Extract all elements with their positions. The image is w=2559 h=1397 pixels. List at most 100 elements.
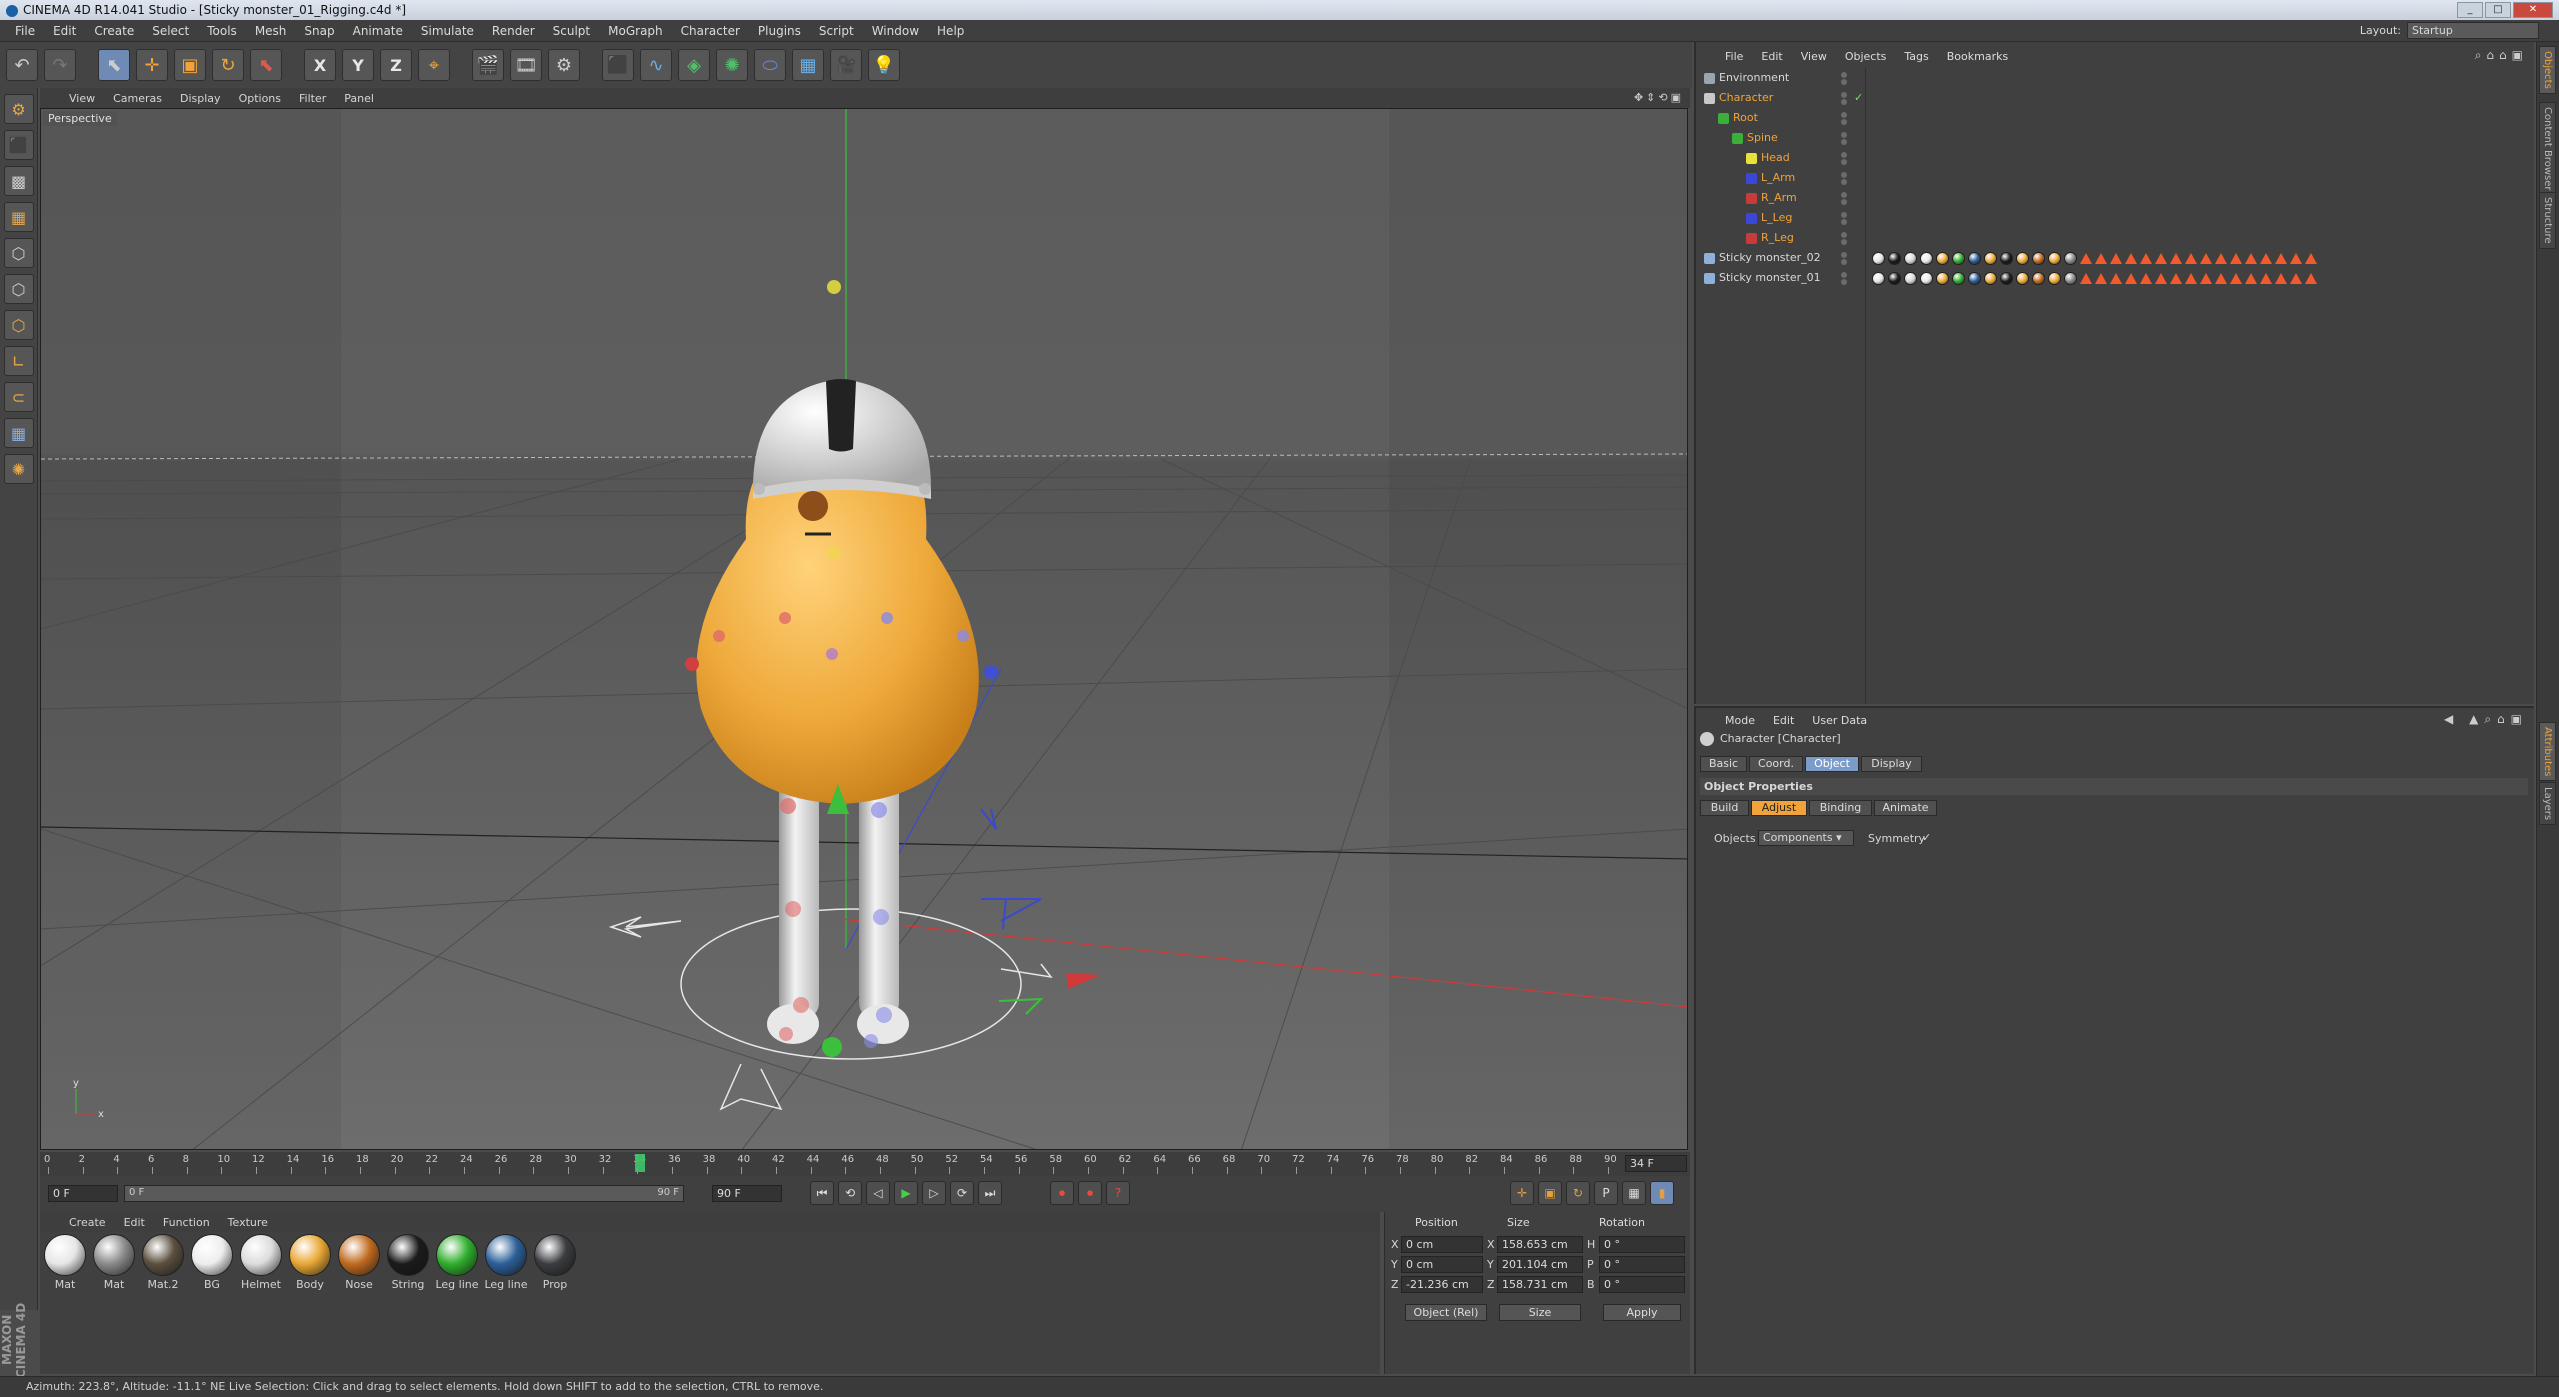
material-tag-icon[interactable] — [2064, 252, 2077, 265]
preview-range-slider[interactable]: 0 F 90 F — [124, 1185, 684, 1202]
object-name[interactable]: R_Arm — [1746, 188, 1797, 208]
position-field[interactable]: -21.236 cm — [1401, 1276, 1483, 1293]
workplane-icon[interactable]: ▦ — [3, 202, 34, 232]
object-menu-edit[interactable]: Edit — [1752, 50, 1791, 63]
menu-edit[interactable]: Edit — [44, 24, 85, 38]
weight-tag-icon[interactable] — [2260, 273, 2272, 284]
material-tag-icon[interactable] — [2016, 252, 2029, 265]
object-row[interactable]: Environment — [1696, 68, 2534, 88]
object-name[interactable]: Spine — [1732, 128, 1778, 148]
maximize-button[interactable]: □ — [2485, 2, 2511, 18]
visibility-dot-icon[interactable] — [1841, 252, 1847, 258]
viewport-camera-label[interactable]: Perspective — [43, 111, 117, 126]
sculpt-icon[interactable]: ✺ — [3, 454, 34, 484]
goto-next-key-icon[interactable]: ⟳ — [950, 1181, 974, 1205]
weight-tag-icon[interactable] — [2230, 253, 2242, 264]
size-field[interactable]: 201.104 cm — [1497, 1256, 1583, 1273]
tab-coord[interactable]: Coord. — [1749, 756, 1803, 772]
material-swatch[interactable]: Mat — [91, 1234, 137, 1296]
material-tag-icon[interactable] — [1920, 252, 1933, 265]
weight-tag-icon[interactable] — [2200, 253, 2212, 264]
rotation-field[interactable]: 0 ° — [1599, 1236, 1685, 1253]
redo-icon[interactable]: ↷ — [44, 49, 76, 81]
undo-icon[interactable]: ↶ — [6, 49, 38, 81]
weight-tag-icon[interactable] — [2200, 273, 2212, 284]
material-tag-icon[interactable] — [1952, 272, 1965, 285]
weight-tag-icon[interactable] — [2125, 273, 2137, 284]
subtab-build[interactable]: Build — [1700, 800, 1749, 816]
object-row[interactable]: Sticky monster_02 — [1696, 248, 2534, 268]
menu-mesh[interactable]: Mesh — [246, 24, 296, 38]
record-active-icon[interactable]: ⏺ — [1050, 1181, 1074, 1205]
coordinate-system-icon[interactable]: ⌖ — [418, 49, 450, 81]
side-tab-objects[interactable]: Objects — [2539, 46, 2556, 94]
objects-dropdown[interactable]: Components ▾ — [1758, 830, 1854, 846]
tab-basic[interactable]: Basic — [1700, 756, 1747, 772]
material-tag-icon[interactable] — [2048, 252, 2061, 265]
subtab-binding[interactable]: Binding — [1809, 800, 1872, 816]
object-menu-bookmarks[interactable]: Bookmarks — [1938, 50, 2017, 63]
timeline-playhead[interactable] — [635, 1154, 646, 1172]
menu-script[interactable]: Script — [810, 24, 863, 38]
menu-mograph[interactable]: MoGraph — [599, 24, 672, 38]
visibility-dot-icon[interactable] — [1841, 172, 1847, 178]
weight-tag-icon[interactable] — [2095, 273, 2107, 284]
render-dot-icon[interactable] — [1841, 279, 1847, 285]
object-menu-tags[interactable]: Tags — [1895, 50, 1937, 63]
object-row[interactable]: L_Leg — [1696, 208, 2534, 228]
object-row[interactable]: Spine — [1696, 128, 2534, 148]
menu-create[interactable]: Create — [85, 24, 143, 38]
menu-tools[interactable]: Tools — [198, 24, 246, 38]
key-rotation-icon[interactable]: ↻ — [1566, 1181, 1590, 1205]
viewport-menu-view[interactable]: View — [60, 92, 104, 105]
goto-end-icon[interactable]: ⏭ — [978, 1181, 1002, 1205]
current-frame-field[interactable]: 34 F — [1625, 1155, 1687, 1172]
attribute-manager-nav-icons[interactable]: ◀ ▲⌕⌂▣ — [2444, 712, 2528, 727]
move-icon[interactable]: ✛ — [136, 49, 168, 81]
object-name[interactable]: L_Leg — [1746, 208, 1792, 228]
menu-simulate[interactable]: Simulate — [412, 24, 483, 38]
material-swatch[interactable]: Mat — [42, 1234, 88, 1296]
material-tag-icon[interactable] — [1888, 252, 1901, 265]
menu-animate[interactable]: Animate — [344, 24, 412, 38]
weight-tag-icon[interactable] — [2290, 273, 2302, 284]
material-tag-icon[interactable] — [1872, 272, 1885, 285]
material-tag-icon[interactable] — [1984, 272, 1997, 285]
material-tag-icon[interactable] — [1936, 272, 1949, 285]
edges-mode-icon[interactable]: ⬡ — [3, 274, 34, 304]
material-swatch[interactable]: Leg line — [434, 1234, 480, 1296]
menu-sculpt[interactable]: Sculpt — [544, 24, 599, 38]
close-button[interactable]: ✕ — [2513, 2, 2553, 18]
material-tag-icon[interactable] — [1920, 272, 1933, 285]
side-tab-structure[interactable]: Structure — [2539, 192, 2556, 249]
side-tab-content-browser[interactable]: Content Browser — [2539, 102, 2556, 196]
material-swatch[interactable]: BG — [189, 1234, 235, 1296]
texture-mode-icon[interactable]: ▩ — [3, 166, 34, 196]
tweak-mode-icon[interactable]: ⊂ — [3, 382, 34, 412]
render-dot-icon[interactable] — [1841, 259, 1847, 265]
attribute-menu-edit[interactable]: Edit — [1764, 714, 1803, 727]
object-name[interactable]: Sticky monster_01 — [1704, 268, 1821, 288]
step-forward-icon[interactable]: ▷ — [922, 1181, 946, 1205]
render-dot-icon[interactable] — [1841, 199, 1847, 205]
material-tag-icon[interactable] — [1872, 252, 1885, 265]
render-picture-viewer-icon[interactable]: 🎞 — [510, 49, 542, 81]
key-pla-icon[interactable]: ▦ — [1622, 1181, 1646, 1205]
polygons-mode-icon[interactable]: ⬡ — [3, 310, 34, 340]
apply-button[interactable]: Apply — [1603, 1304, 1681, 1321]
object-name[interactable]: R_Leg — [1746, 228, 1794, 248]
recent-tool-icon[interactable]: ⬉ — [250, 49, 282, 81]
tab-display[interactable]: Display — [1861, 756, 1922, 772]
object-name[interactable]: Head — [1746, 148, 1790, 168]
object-menu-view[interactable]: View — [1792, 50, 1836, 63]
weight-tag-icon[interactable] — [2245, 273, 2257, 284]
material-swatch[interactable]: Prop — [532, 1234, 578, 1296]
weight-tag-icon[interactable] — [2275, 253, 2287, 264]
material-tag-icon[interactable] — [2048, 272, 2061, 285]
weight-tag-icon[interactable] — [2215, 273, 2227, 284]
position-field[interactable]: 0 cm — [1401, 1236, 1483, 1253]
visibility-dot-icon[interactable] — [1841, 212, 1847, 218]
menu-help[interactable]: Help — [928, 24, 973, 38]
weight-tag-icon[interactable] — [2185, 273, 2197, 284]
weight-tag-icon[interactable] — [2080, 253, 2092, 264]
